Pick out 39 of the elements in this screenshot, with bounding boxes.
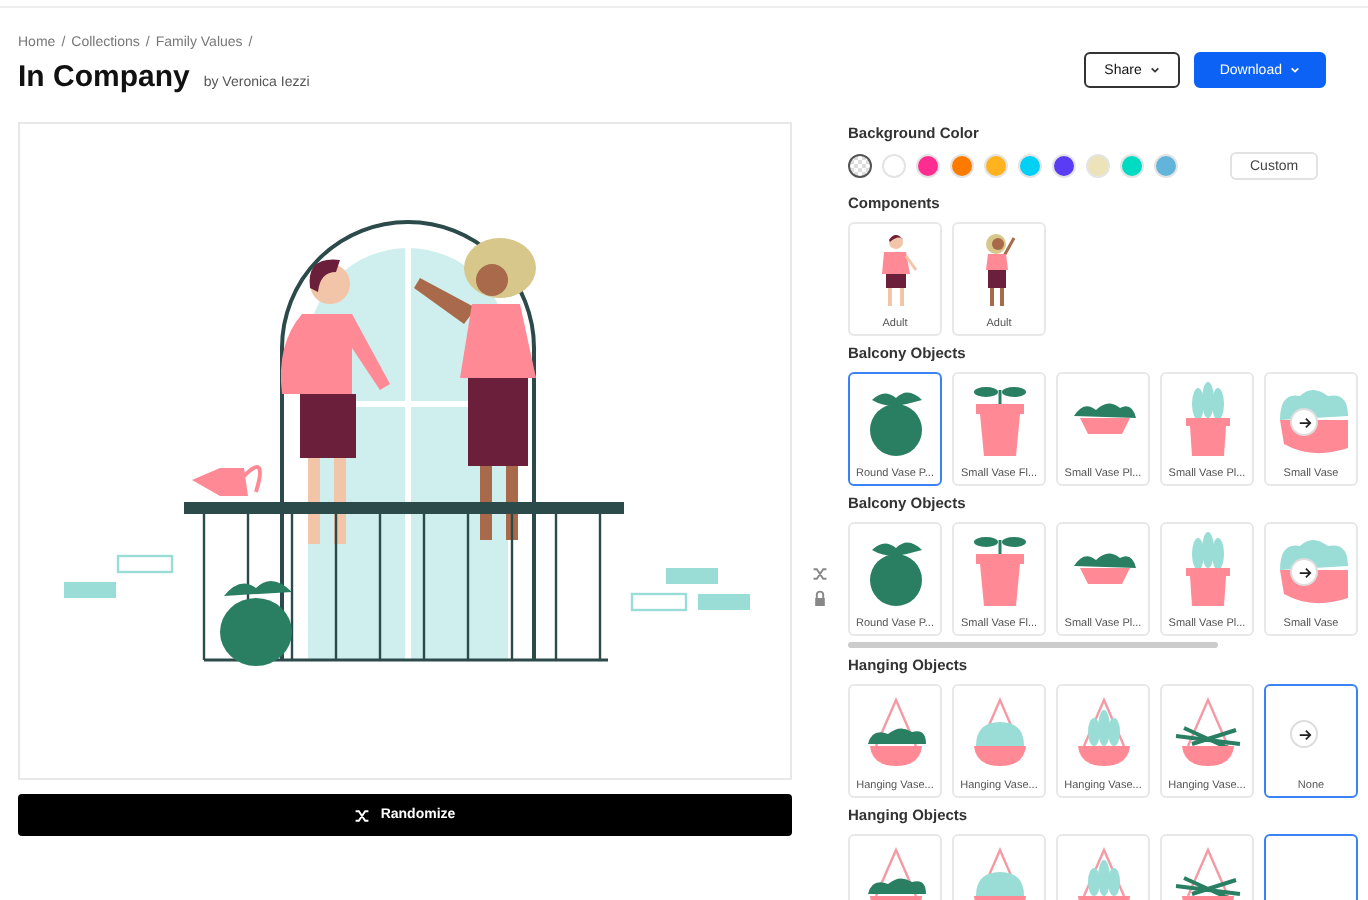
hanging-planter-icon <box>867 847 925 900</box>
hanging-planter-icon <box>973 847 1025 900</box>
flower-pot-icon <box>973 537 1025 606</box>
hanging-planter-icon <box>1077 847 1129 900</box>
woman-figure-icon <box>985 234 1015 306</box>
arrow-icon <box>1297 565 1311 579</box>
color-swatch[interactable] <box>1052 154 1076 178</box>
color-swatch[interactable] <box>984 154 1008 178</box>
color-swatch[interactable] <box>882 154 906 178</box>
succulent-pot-icon <box>1185 382 1229 456</box>
scrollbar[interactable] <box>848 642 1218 648</box>
transparent-swatch[interactable] <box>848 154 872 178</box>
trough-planter-icon <box>1073 553 1135 584</box>
shuffle-icon[interactable] <box>812 566 828 582</box>
arrow-icon <box>1297 415 1311 429</box>
caret-icon <box>1149 66 1160 74</box>
color-swatch[interactable] <box>1018 154 1042 178</box>
trough-planter-icon <box>1073 403 1135 434</box>
flower-pot-icon <box>973 387 1025 456</box>
color-swatch[interactable] <box>1154 154 1178 178</box>
hanging-planter-icon <box>1173 847 1241 900</box>
color-swatch[interactable] <box>950 154 974 178</box>
round-vase-plant-icon <box>869 542 921 606</box>
caret-icon <box>1290 66 1300 74</box>
color-swatch[interactable] <box>916 154 940 178</box>
arrow-icon <box>1297 727 1311 741</box>
round-vase-plant-icon <box>869 392 921 456</box>
next-arrow-button[interactable] <box>1290 720 1318 748</box>
hanging-planter-icon <box>1077 697 1129 766</box>
shuffle-icon <box>354 807 371 823</box>
page-title: In Company <box>18 60 190 94</box>
lock-icon[interactable] <box>812 590 828 606</box>
succulent-pot-icon <box>1185 532 1229 606</box>
color-swatch[interactable] <box>1086 154 1110 178</box>
hanging-planter-icon <box>1173 697 1241 766</box>
man-figure-icon <box>881 235 917 306</box>
hanging-planter-icon <box>973 697 1025 766</box>
color-swatch[interactable] <box>1120 154 1144 178</box>
hanging-planter-icon <box>867 697 925 766</box>
